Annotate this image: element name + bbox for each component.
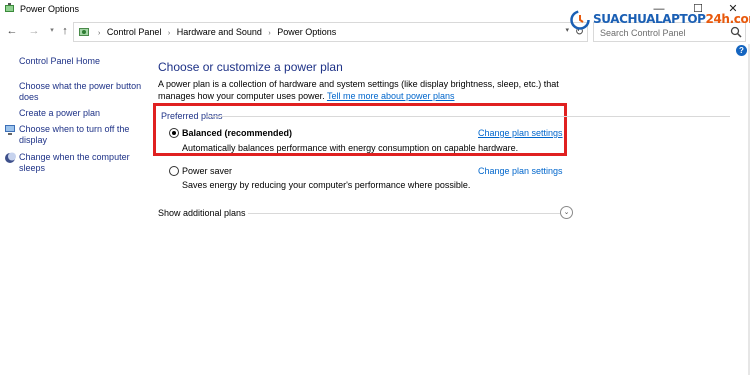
forward-button[interactable]: → (27, 23, 41, 39)
monitor-icon (4, 124, 16, 136)
sidebar: Control Panel Home Choose what the power… (0, 46, 150, 375)
watermark-text-part1: SUACHUALAPTOP (593, 12, 706, 26)
recent-locations-button[interactable]: ▾ (45, 23, 59, 39)
change-plan-settings-balanced[interactable]: Change plan settings (478, 128, 563, 138)
help-icon[interactable]: ? (736, 45, 747, 56)
learn-more-link[interactable]: Tell me more about power plans (327, 91, 455, 101)
sidebar-item-control-panel-home[interactable]: Control Panel Home (19, 56, 144, 67)
breadcrumb-separator: › (167, 30, 171, 37)
watermark-text-part2: 24h.com (705, 12, 750, 26)
power-saver-radio[interactable] (169, 166, 179, 176)
control-panel-icon (78, 26, 90, 38)
breadcrumb-power-options[interactable]: Power Options (277, 27, 336, 37)
watermark-logo-icon (570, 10, 590, 32)
group-divider (206, 116, 730, 117)
breadcrumb-control-panel[interactable]: Control Panel (107, 27, 162, 37)
plan-description-balanced: Automatically balances performance with … (182, 143, 519, 153)
sidebar-item-computer-sleeps[interactable]: Change when the computer sleeps (19, 152, 144, 174)
plan-name-balanced[interactable]: Balanced (recommended) (182, 128, 292, 138)
breadcrumb-hardware-and-sound[interactable]: Hardware and Sound (177, 27, 262, 37)
sidebar-item-create-plan[interactable]: Create a power plan (19, 108, 144, 119)
chevron-down-icon[interactable]: ⌄ (560, 206, 573, 219)
page-title: Choose or customize a power plan (158, 60, 343, 74)
plan-name-power-saver[interactable]: Power saver (182, 166, 232, 176)
breadcrumb-separator: › (98, 30, 101, 37)
additional-plans-divider (248, 213, 560, 214)
window-title: Power Options (20, 4, 80, 14)
change-plan-settings-power-saver[interactable]: Change plan settings (478, 166, 563, 176)
watermark-logo: SUACHUALAPTOP24h.com (568, 8, 750, 32)
breadcrumb-separator: › (268, 30, 271, 37)
show-additional-plans-label[interactable]: Show additional plans (158, 208, 246, 218)
intro-text: A power plan is a collection of hardware… (158, 78, 598, 102)
address-bar[interactable]: › Control Panel › Hardware and Sound › P… (73, 22, 588, 42)
breadcrumb: › Control Panel › Hardware and Sound › P… (94, 27, 336, 37)
sidebar-item-turn-off-display[interactable]: Choose when to turn off the display (19, 124, 144, 146)
moon-icon (4, 152, 16, 164)
up-button[interactable]: ↑ (58, 23, 72, 39)
power-options-icon (4, 3, 15, 14)
back-button[interactable]: ← (5, 23, 19, 39)
balanced-radio[interactable] (169, 128, 179, 138)
watermark-text: SUACHUALAPTOP24h.com (593, 12, 750, 26)
sidebar-item-power-button[interactable]: Choose what the power button does (19, 81, 144, 103)
plan-description-power-saver: Saves energy by reducing your computer's… (182, 180, 471, 190)
